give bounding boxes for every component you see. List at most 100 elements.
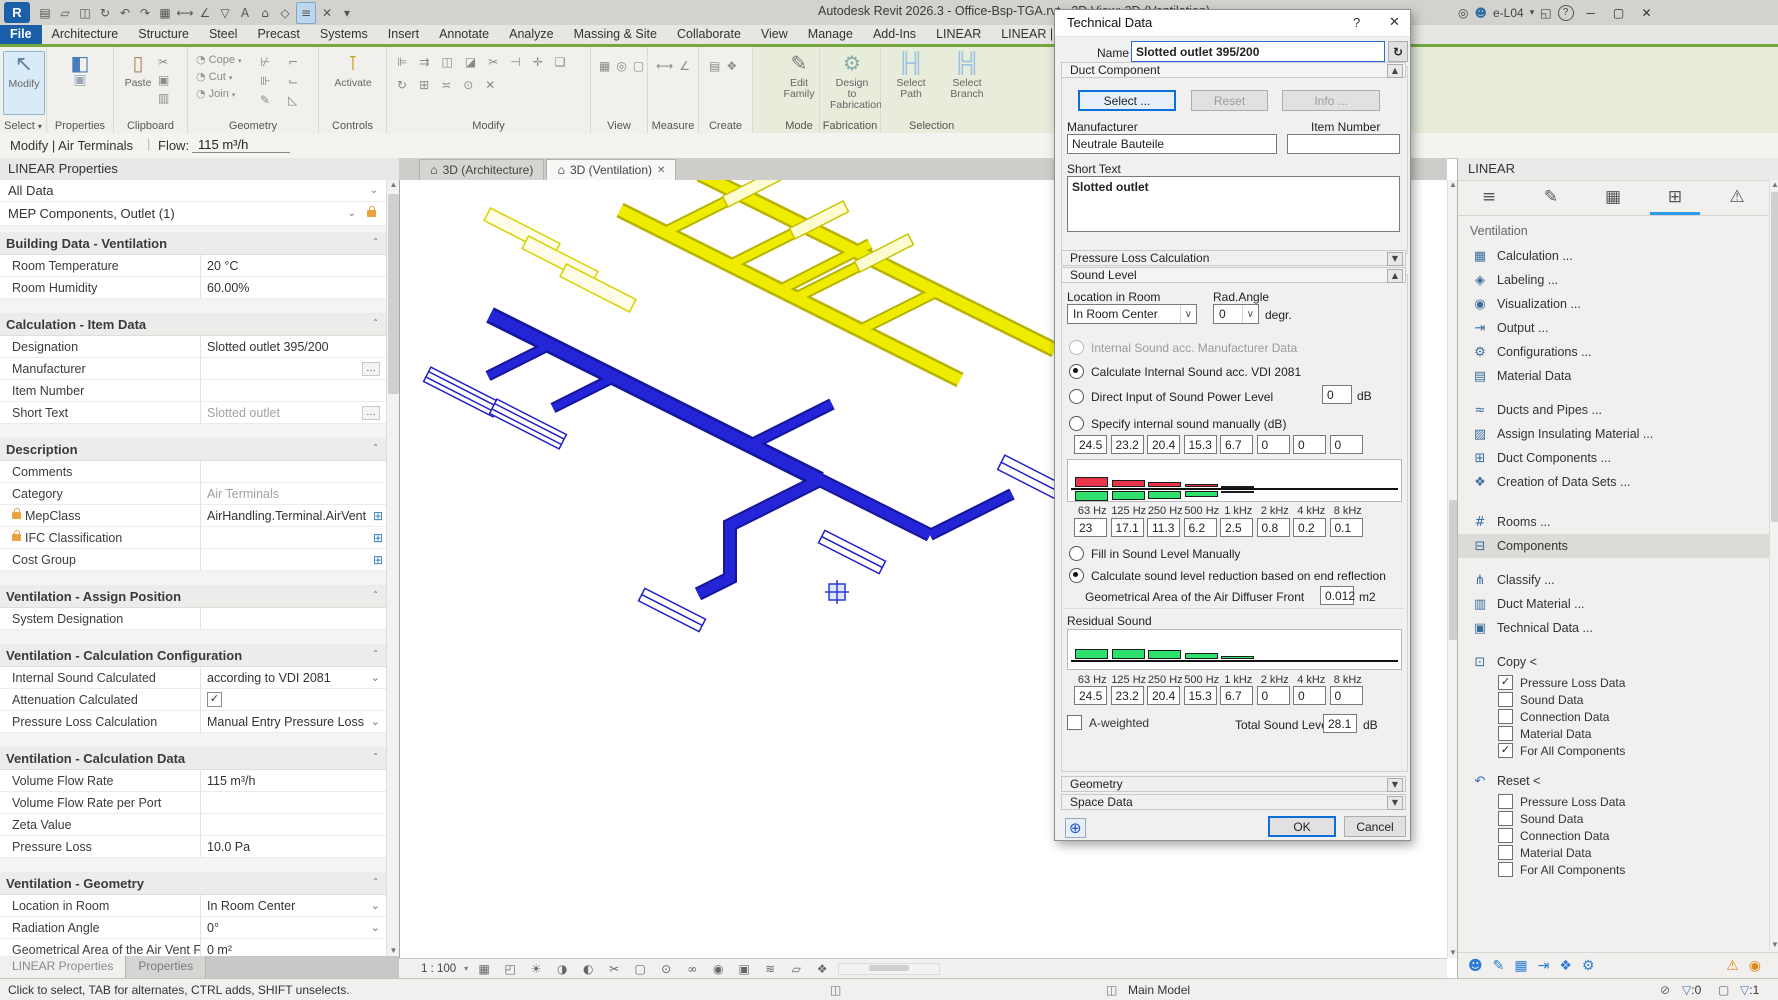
radio-manufacturer-data[interactable]: Internal Sound acc. Manufacturer Data <box>1069 340 1297 355</box>
property-row[interactable]: Room Humidity ✓60.00%⌄…⊞ <box>0 277 386 299</box>
property-row[interactable]: Manufacturer ✓⌄…⊞ <box>0 358 386 380</box>
location-in-room-select[interactable]: In Room Center∨ <box>1067 304 1197 324</box>
sound-value-field[interactable]: 6.2 <box>1184 518 1217 537</box>
activate-controls-button[interactable]: ⊺Activate <box>333 51 373 113</box>
sound-value-field[interactable]: 2.5 <box>1220 518 1253 537</box>
filter-count[interactable]: ▽:0 <box>1682 983 1701 997</box>
panel-header[interactable]: LINEAR Properties <box>0 158 399 181</box>
view-template-icon[interactable]: ▦ <box>599 59 610 73</box>
redo-icon[interactable]: ↷ <box>136 3 154 23</box>
property-row[interactable]: Pressure Loss Calculation ✓Manual Entry … <box>0 711 386 733</box>
checkbox-checked-icon[interactable]: ✓ <box>207 692 222 707</box>
search-icon[interactable]: ◎ <box>1458 6 1468 20</box>
edit-family-button[interactable]: ✎Edit Family <box>779 51 819 113</box>
exclude-options-icon[interactable]: ⊘ <box>1660 983 1670 997</box>
radio-fill-manual[interactable]: Fill in Sound Level Manually <box>1069 546 1240 561</box>
tab-massing-site[interactable]: Massing & Site <box>564 25 667 44</box>
lock-view-icon[interactable]: ⊙ <box>658 962 674 976</box>
tab-linear[interactable]: LINEAR <box>926 25 991 44</box>
radio-vdi-2081[interactable]: Calculate Internal Sound acc. VDI 2081 <box>1069 364 1301 379</box>
section-icon[interactable]: ◇ <box>276 3 294 23</box>
cart-icon[interactable]: ◱ <box>1540 6 1551 20</box>
sound-value-field[interactable]: 11.3 <box>1147 518 1180 537</box>
tab-precast[interactable]: Precast <box>247 25 309 44</box>
property-row[interactable]: Cost Group ✓⌄…⊞ <box>0 549 386 571</box>
palette-item[interactable]: # Rooms ... <box>1458 510 1778 534</box>
expand-icon[interactable]: ▼ <box>1387 778 1403 792</box>
chevron-down-icon[interactable]: ⌄ <box>371 671 380 684</box>
view-properties-icon[interactable]: ▣ <box>736 962 752 976</box>
sound-level-header[interactable]: Sound Level ▲ <box>1061 267 1406 283</box>
name-input[interactable]: Slotted outlet 395/200 <box>1131 41 1385 62</box>
mep-components-selector[interactable]: MEP Components, Outlet (1) ⌄ <box>0 202 386 226</box>
workshare-icon[interactable]: ◫ <box>830 983 841 997</box>
delete-icon[interactable]: ✕ <box>485 78 495 92</box>
property-value[interactable]: 60.00% <box>207 281 249 295</box>
sound-value-field[interactable]: 20.4 <box>1147 435 1180 454</box>
palette-item[interactable]: ≈ Ducts and Pipes ... <box>1458 398 1778 422</box>
reset-option[interactable]: ✓ Connection Data <box>1458 827 1778 844</box>
workset-icon[interactable]: ◫ <box>1106 983 1117 997</box>
collapse-icon[interactable]: ˆ <box>373 319 378 330</box>
table-icon[interactable]: ▦ <box>1582 181 1644 215</box>
reveal-hidden-icon[interactable]: ◉ <box>710 962 726 976</box>
help-icon[interactable]: ? <box>1558 5 1574 21</box>
sound-value-field[interactable]: 23.2 <box>1111 686 1144 705</box>
property-value[interactable]: Slotted outlet 395/200 <box>207 340 329 354</box>
checkbox[interactable]: ✓ <box>1498 743 1513 758</box>
sound-value-field[interactable]: 0 <box>1293 686 1326 705</box>
split-face-icon[interactable]: ◺ <box>288 93 298 107</box>
text-icon[interactable]: A <box>236 3 254 23</box>
hide-icon[interactable]: ◎ <box>616 59 626 73</box>
chevron-down-icon[interactable]: ⌄ <box>371 921 380 934</box>
cancel-button[interactable]: Cancel <box>1344 816 1406 837</box>
geo-area-field[interactable]: 0.012 <box>1320 586 1354 605</box>
copy-option[interactable]: ✓ Sound Data <box>1458 691 1778 708</box>
property-value[interactable]: AirHandling.Terminal.AirVent <box>207 509 366 523</box>
collapse-icon[interactable]: ˆ <box>373 650 378 661</box>
open-icon[interactable]: ▱ <box>56 3 74 23</box>
a-weighted-checkbox[interactable]: A-weighted <box>1067 715 1149 730</box>
wall-join-icon[interactable]: ⊪ <box>260 74 270 88</box>
sound-value-field[interactable]: 15.3 <box>1184 686 1217 705</box>
selection-count[interactable]: ▽:1 <box>1740 983 1759 997</box>
collapse-icon[interactable]: ▲ <box>1387 64 1403 78</box>
edit-icon[interactable]: ✎ <box>1520 181 1582 215</box>
sound-value-field[interactable]: 15.3 <box>1184 435 1217 454</box>
aligned-dimension-icon[interactable]: ⟷ <box>176 3 194 23</box>
render-icon[interactable]: ◐ <box>580 962 596 976</box>
signed-in-user[interactable]: e-L04 <box>1493 6 1524 20</box>
palette-item[interactable]: ◈ Labeling ... <box>1458 268 1778 292</box>
select-component-button[interactable]: Select ... <box>1078 90 1176 111</box>
calculator-icon[interactable]: ⊞ <box>1644 181 1706 215</box>
pressure-loss-section[interactable]: Pressure Loss Calculation ▼ <box>1061 250 1406 266</box>
copy-icon[interactable]: ▣ <box>158 73 169 87</box>
collapse-icon[interactable]: ▲ <box>1387 269 1403 283</box>
checkbox[interactable]: ✓ <box>1498 692 1513 707</box>
palette-item[interactable]: ▦ Calculation ... <box>1458 244 1778 268</box>
rad-angle-select[interactable]: 0∨ <box>1213 304 1259 324</box>
palette-item[interactable]: ⚙ Configurations ... <box>1458 340 1778 364</box>
properties-button[interactable]: ◧▣ <box>60 51 100 113</box>
checkbox[interactable]: ✓ <box>1498 726 1513 741</box>
palette-item[interactable]: ◉ Visualization ... <box>1458 292 1778 316</box>
collapse-icon[interactable]: ˆ <box>373 753 378 764</box>
undo-icon[interactable]: ↶ <box>116 3 134 23</box>
reset-component-button[interactable]: Reset <box>1191 90 1268 111</box>
checkbox[interactable]: ✓ <box>1498 709 1513 724</box>
radio-end-reflection[interactable]: Calculate sound level reduction based on… <box>1069 568 1386 583</box>
property-row[interactable]: Zeta Value ✓⌄…⊞ <box>0 814 386 836</box>
palette-item[interactable]: ⋔ Classify ... <box>1458 568 1778 592</box>
collapse-icon[interactable]: ˆ <box>373 878 378 889</box>
reset-option[interactable]: ✓ Material Data <box>1458 844 1778 861</box>
checkbox[interactable]: ✓ <box>1498 845 1513 860</box>
sound-value-field[interactable]: 6.7 <box>1220 686 1253 705</box>
property-row[interactable]: System Designation ✓⌄…⊞ <box>0 608 386 630</box>
more-button[interactable]: … <box>362 362 380 376</box>
property-value[interactable]: 115 m³/h <box>207 774 255 788</box>
property-row[interactable]: Room Temperature ✓20 °C⌄…⊞ <box>0 255 386 277</box>
total-sound-level-field[interactable]: 28.1 <box>1323 714 1357 733</box>
menu-icon[interactable]: ≡ <box>1458 181 1520 215</box>
close-hidden-windows-icon[interactable]: ✕ <box>318 3 336 23</box>
close-button[interactable]: ✕ <box>1636 6 1658 20</box>
